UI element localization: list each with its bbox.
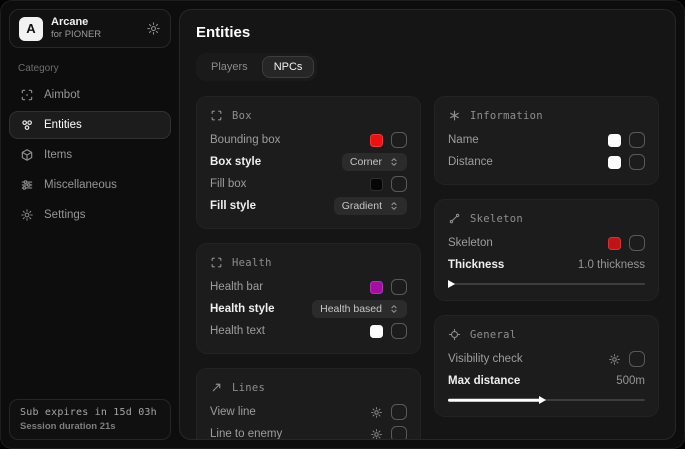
row-thickness: Thickness 1.0 thickness xyxy=(448,254,645,276)
box-card: Box Bounding box Box style Corner xyxy=(196,96,421,229)
color-swatch[interactable] xyxy=(608,237,621,250)
chevron-up-down-icon xyxy=(389,157,399,167)
gear-icon xyxy=(20,208,34,222)
view-line-checkbox[interactable] xyxy=(391,404,407,420)
health-bar-checkbox[interactable] xyxy=(391,279,407,295)
sidebar-item-settings[interactable]: Settings xyxy=(9,201,171,229)
sidebar-item-aimbot[interactable]: Aimbot xyxy=(9,81,171,109)
card-title: Box xyxy=(232,110,252,122)
main-panel: Entities Players NPCs Box Bounding box xyxy=(179,9,676,440)
sidebar-item-label: Miscellaneous xyxy=(44,179,117,191)
bounding-box-checkbox[interactable] xyxy=(391,132,407,148)
card-title: General xyxy=(470,329,516,341)
line-to-enemy-settings-gear-icon[interactable] xyxy=(370,428,383,441)
chevron-up-down-icon xyxy=(389,304,399,314)
row-skeleton: Skeleton xyxy=(448,232,645,254)
brand-settings-gear-icon[interactable] xyxy=(146,21,161,36)
row-line-to-enemy: Line to enemy xyxy=(210,423,407,440)
health-card: Health Health bar Health style Health ba… xyxy=(196,243,421,354)
tab-bar: Players NPCs xyxy=(196,53,317,81)
diagonal-arrow-icon xyxy=(210,381,223,394)
row-health-text: Health text xyxy=(210,320,407,342)
line-to-enemy-checkbox[interactable] xyxy=(391,426,407,440)
tab-npcs[interactable]: NPCs xyxy=(262,56,315,78)
slider-handle[interactable] xyxy=(539,396,546,404)
items-package-icon xyxy=(20,148,34,162)
skeleton-card: Skeleton Skeleton Thickness 1.0 thicknes… xyxy=(434,199,659,301)
aimbot-crosshair-icon xyxy=(20,88,34,102)
crosshair-target-icon xyxy=(448,328,461,341)
card-title: Health xyxy=(232,257,272,269)
color-swatch[interactable] xyxy=(370,178,383,191)
session-duration-text: Session duration 21s xyxy=(20,421,160,432)
row-health-bar: Health bar xyxy=(210,276,407,298)
tab-players[interactable]: Players xyxy=(199,56,260,78)
color-swatch[interactable] xyxy=(608,134,621,147)
scan-brackets-icon xyxy=(210,256,223,269)
row-max-distance: Max distance 500m xyxy=(448,370,645,392)
logo-letter: A xyxy=(26,21,35,36)
health-style-dropdown[interactable]: Health based xyxy=(312,300,407,318)
row-name: Name xyxy=(448,129,645,151)
lines-card: Lines View line Line to enemy xyxy=(196,368,421,440)
sidebar: A Arcane for PIONER Category Aimbot Enti… xyxy=(1,1,179,448)
sidebar-item-label: Settings xyxy=(44,209,86,221)
max-distance-value: 500m xyxy=(616,375,645,387)
app-window: A Arcane for PIONER Category Aimbot Enti… xyxy=(0,0,685,449)
row-bounding-box: Bounding box xyxy=(210,129,407,151)
name-checkbox[interactable] xyxy=(629,132,645,148)
color-swatch[interactable] xyxy=(370,281,383,294)
sidebar-item-label: Items xyxy=(44,149,72,161)
sidebar-item-items[interactable]: Items xyxy=(9,141,171,169)
category-label: Category xyxy=(18,63,171,74)
health-text-checkbox[interactable] xyxy=(391,323,407,339)
page-title: Entities xyxy=(196,24,665,41)
brand-subtitle: for PIONER xyxy=(51,29,101,41)
chevron-up-down-icon xyxy=(389,201,399,211)
bone-icon xyxy=(448,212,461,225)
thickness-slider[interactable] xyxy=(448,279,645,289)
fill-style-dropdown[interactable]: Gradient xyxy=(334,197,407,215)
row-box-style: Box style Corner xyxy=(210,151,407,173)
information-card: Information Name Distance xyxy=(434,96,659,185)
view-line-settings-gear-icon[interactable] xyxy=(370,406,383,419)
brand-name: Arcane xyxy=(51,16,101,29)
color-swatch[interactable] xyxy=(608,156,621,169)
card-title: Lines xyxy=(232,382,265,394)
row-distance: Distance xyxy=(448,151,645,173)
color-swatch[interactable] xyxy=(370,134,383,147)
asterisk-icon xyxy=(448,109,461,122)
card-title: Information xyxy=(470,110,543,122)
visibility-check-checkbox[interactable] xyxy=(629,351,645,367)
row-fill-box: Fill box xyxy=(210,173,407,195)
sidebar-item-entities[interactable]: Entities xyxy=(9,111,171,139)
sliders-icon xyxy=(20,178,34,192)
thickness-value: 1.0 thickness xyxy=(578,259,645,271)
skeleton-checkbox[interactable] xyxy=(629,235,645,251)
fill-box-checkbox[interactable] xyxy=(391,176,407,192)
card-title: Skeleton xyxy=(470,213,523,225)
row-fill-style: Fill style Gradient xyxy=(210,195,407,217)
scan-brackets-icon xyxy=(210,109,223,122)
sidebar-item-miscellaneous[interactable]: Miscellaneous xyxy=(9,171,171,199)
max-distance-slider[interactable] xyxy=(448,395,645,405)
slider-handle[interactable] xyxy=(448,280,455,288)
sidebar-item-label: Entities xyxy=(44,119,82,131)
row-view-line: View line xyxy=(210,401,407,423)
box-style-dropdown[interactable]: Corner xyxy=(342,153,407,171)
general-card: General Visibility check Max distance xyxy=(434,315,659,417)
sub-expiry-text: Sub expires in 15d 03h xyxy=(20,407,160,418)
row-visibility-check: Visibility check xyxy=(448,348,645,370)
color-swatch[interactable] xyxy=(370,325,383,338)
entities-icon xyxy=(20,118,34,132)
app-logo: A xyxy=(19,17,43,41)
row-health-style: Health style Health based xyxy=(210,298,407,320)
distance-checkbox[interactable] xyxy=(629,154,645,170)
brand-card: A Arcane for PIONER xyxy=(9,9,171,48)
subscription-info-box: Sub expires in 15d 03h Session duration … xyxy=(9,399,171,440)
sidebar-item-label: Aimbot xyxy=(44,89,80,101)
visibility-check-settings-gear-icon[interactable] xyxy=(608,353,621,366)
